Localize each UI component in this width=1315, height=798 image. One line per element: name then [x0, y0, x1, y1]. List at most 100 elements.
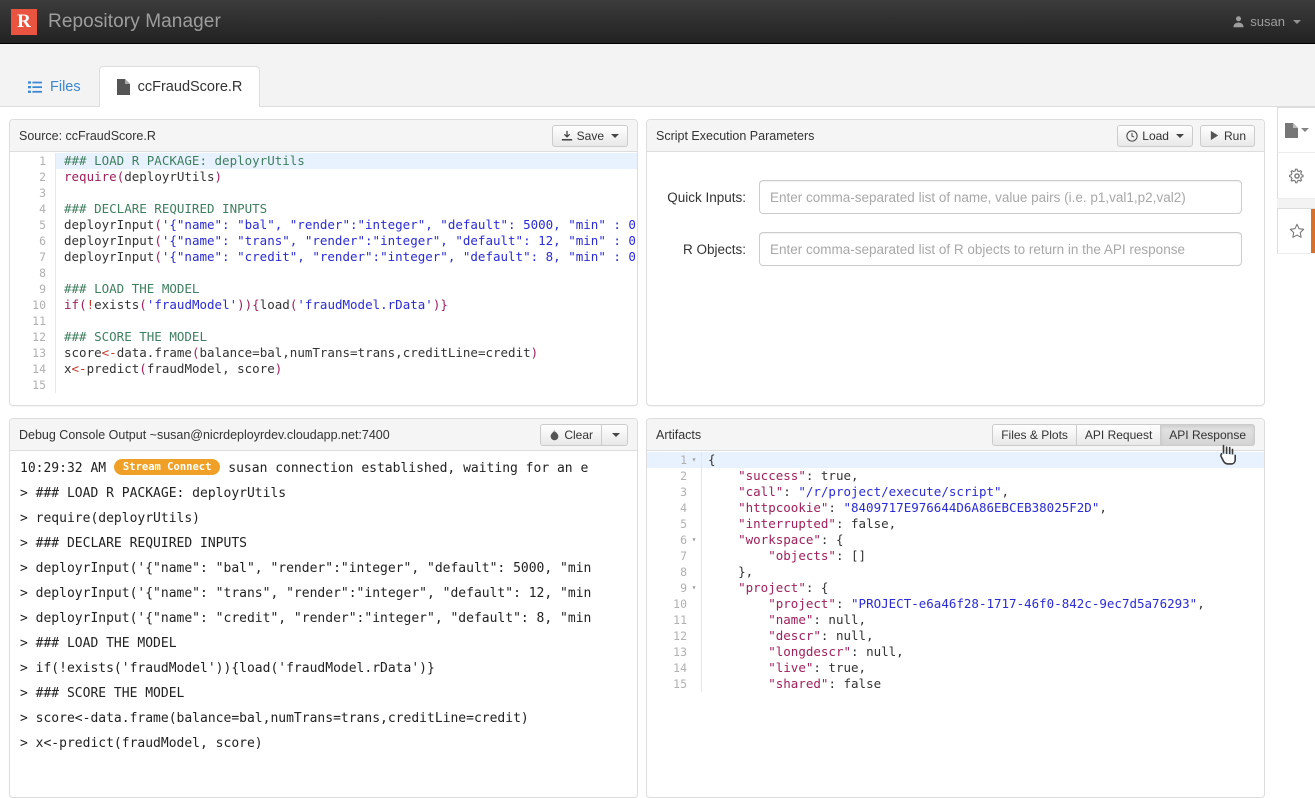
json-line-number: 13	[647, 644, 687, 660]
code-line: 4### DECLARE REQUIRED INPUTS	[10, 201, 637, 217]
console-line: > ### DECLARE REQUIRED INPUTS	[20, 531, 637, 556]
json-line-number: 7	[647, 548, 687, 564]
code-line: 6deployrInput('{"name": "trans", "render…	[10, 233, 637, 249]
run-button-label: Run	[1224, 129, 1246, 143]
console-output-area[interactable]: 10:29:32 AM Stream Connect susan connect…	[10, 452, 637, 797]
code-line-number: 4	[10, 201, 56, 217]
artifacts-tab-files-plots[interactable]: Files & Plots	[992, 424, 1077, 446]
console-line: > ### LOAD R PACKAGE: deployrUtils	[20, 481, 637, 506]
chevron-down-icon	[611, 134, 619, 138]
json-line-text: "objects": []	[701, 548, 866, 564]
chevron-down-icon	[1293, 20, 1301, 24]
json-fold-toggle-icon	[687, 516, 701, 532]
json-line: 10 "project": "PROJECT-e6a46f28-1717-46f…	[647, 596, 1264, 612]
tab-ccfraudscore-r[interactable]: ccFraudScore.R	[99, 66, 261, 107]
code-line: 14x<-predict(fraudModel, score)	[10, 361, 637, 377]
code-line-text	[56, 265, 64, 281]
code-line-text: x<-predict(fraudModel, score)	[56, 361, 282, 377]
params-panel-title: Script Execution Parameters	[656, 129, 814, 143]
json-line-number: 9	[647, 580, 687, 596]
json-fold-toggle-icon	[687, 548, 701, 564]
list-icon	[28, 81, 42, 94]
json-line-text: "shared": false	[701, 676, 881, 692]
chevron-down-icon	[612, 433, 620, 437]
tab-files[interactable]: Files	[10, 66, 99, 107]
artifacts-tab-api-request[interactable]: API Request	[1077, 424, 1161, 446]
json-line-text: "live": true,	[701, 660, 866, 676]
source-editor-panel: Source: ccFraudScore.R Save 1### LOAD R …	[9, 119, 638, 406]
api-response-lines: 1▾{2 "success": true,3 "call": "/r/proje…	[647, 452, 1264, 692]
json-line: 12 "descr": null,	[647, 628, 1264, 644]
json-line-number: 10	[647, 596, 687, 612]
console-panel-header: Debug Console Output ~susan@nicrdeployrd…	[10, 419, 637, 451]
json-line-number: 3	[647, 484, 687, 500]
code-line: 8	[10, 265, 637, 281]
rail-item-favorites[interactable]	[1277, 208, 1315, 254]
brand-logo-icon: R	[11, 9, 37, 35]
json-line-text: "success": true,	[701, 468, 859, 484]
code-line-number: 10	[10, 297, 56, 313]
code-line-text	[56, 377, 64, 393]
code-line-number: 6	[10, 233, 56, 249]
console-options-button[interactable]	[602, 424, 628, 446]
user-icon	[1232, 15, 1245, 28]
load-button[interactable]: Load	[1117, 125, 1193, 147]
json-line-number: 15	[647, 676, 687, 692]
brand[interactable]: R Repository Manager	[0, 9, 221, 35]
json-fold-toggle-icon[interactable]: ▾	[687, 452, 701, 468]
code-line: 3	[10, 185, 637, 201]
json-line-text: "longdescr": null,	[701, 644, 904, 660]
params-form: Quick Inputs: R Objects:	[647, 152, 1264, 266]
code-line-text: require(deployrUtils)	[56, 169, 222, 185]
artifacts-panel: Artifacts Files & PlotsAPI RequestAPI Re…	[646, 418, 1265, 798]
json-line: 5 "interrupted": false,	[647, 516, 1264, 532]
tab-strip: Files ccFraudScore.R	[0, 44, 1315, 107]
code-line-text: ### DECLARE REQUIRED INPUTS	[56, 201, 267, 217]
json-fold-toggle-icon[interactable]: ▾	[687, 532, 701, 548]
json-line-number: 1	[647, 452, 687, 468]
console-line: > deployrInput('{"name": "credit", "rend…	[20, 606, 637, 631]
json-line-text: {	[701, 452, 716, 468]
json-fold-toggle-icon	[687, 564, 701, 580]
tab-files-label: Files	[50, 79, 81, 95]
code-line-text	[56, 313, 64, 329]
json-line: 7 "objects": []	[647, 548, 1264, 564]
r-objects-input[interactable]	[759, 232, 1242, 266]
artifacts-tab-group: Files & PlotsAPI RequestAPI Response	[992, 424, 1255, 446]
code-line-text: if(!exists('fraudModel')){load('fraudMod…	[56, 297, 448, 313]
rail-item-file[interactable]	[1277, 107, 1315, 153]
code-line-number: 2	[10, 169, 56, 185]
json-fold-toggle-icon	[687, 676, 701, 692]
json-line: 4 "httpcookie": "8409717E976644D6A86EBCE…	[647, 500, 1264, 516]
save-button[interactable]: Save	[552, 125, 628, 147]
run-button[interactable]: Run	[1200, 125, 1255, 147]
top-navbar: R Repository Manager susan	[0, 0, 1315, 44]
code-line: 9### LOAD THE MODEL	[10, 281, 637, 297]
clock-icon	[1126, 130, 1138, 142]
artifacts-panel-header: Artifacts Files & PlotsAPI RequestAPI Re…	[647, 419, 1264, 451]
user-menu[interactable]: susan	[1232, 14, 1315, 29]
quick-inputs-input[interactable]	[759, 180, 1242, 214]
json-fold-toggle-icon	[687, 660, 701, 676]
code-line: 15	[10, 377, 637, 393]
console-line: > deployrInput('{"name": "trans", "rende…	[20, 581, 637, 606]
artifacts-tab-api-response[interactable]: API Response	[1161, 424, 1255, 446]
console-line: > if(!exists('fraudModel')){load('fraudM…	[20, 656, 637, 681]
code-line-number: 5	[10, 217, 56, 233]
json-line-text: "descr": null,	[701, 628, 874, 644]
api-response-viewer[interactable]: 1▾{2 "success": true,3 "call": "/r/proje…	[647, 452, 1264, 797]
console-line: > require(deployrUtils)	[20, 506, 637, 531]
source-code-area[interactable]: 1### LOAD R PACKAGE: deployrUtils2requir…	[10, 153, 637, 405]
json-line-text: "project": "PROJECT-e6a46f28-1717-46f0-8…	[701, 596, 1205, 612]
artifacts-panel-title: Artifacts	[656, 428, 701, 442]
right-rail	[1277, 107, 1315, 692]
file-icon	[117, 79, 130, 95]
code-line-number: 1	[10, 153, 56, 169]
console-panel-title: Debug Console Output ~susan@nicrdeployrd…	[19, 428, 390, 442]
json-fold-toggle-icon[interactable]: ▾	[687, 580, 701, 596]
rail-item-settings[interactable]	[1277, 153, 1315, 199]
json-line: 6▾ "workspace": {	[647, 532, 1264, 548]
clear-button[interactable]: Clear	[540, 424, 602, 446]
json-line-text: "name": null,	[701, 612, 866, 628]
mouse-cursor-icon	[1218, 443, 1240, 469]
